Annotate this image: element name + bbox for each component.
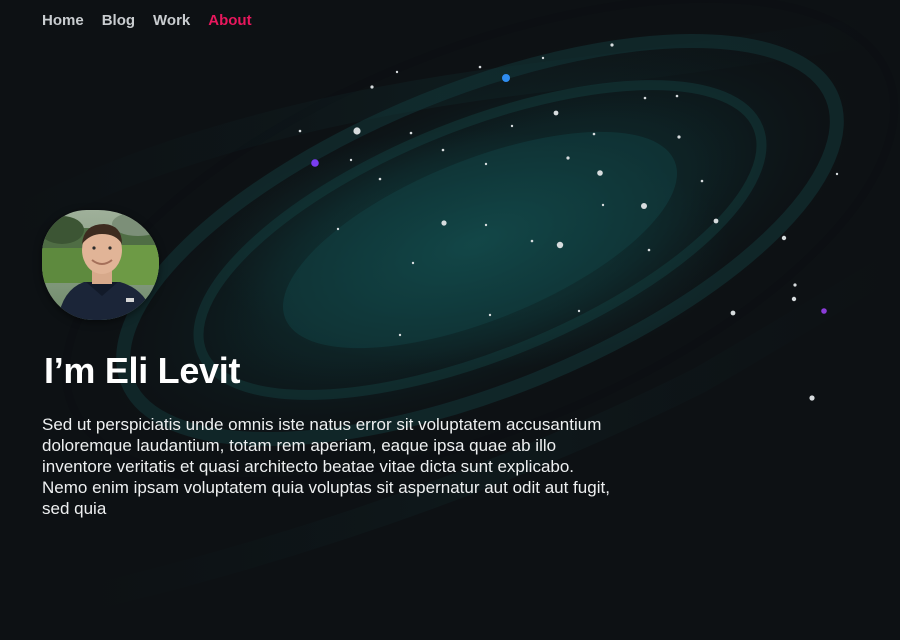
portrait-photo <box>42 210 159 320</box>
avatar <box>42 210 159 320</box>
nav-home-link[interactable]: Home <box>42 12 84 29</box>
star-purple-small <box>821 308 827 314</box>
nav-work-link[interactable]: Work <box>153 12 190 29</box>
about-page: Home Blog Work About I’m Eli Levit Sed u… <box>0 0 900 640</box>
page-title: I’m Eli Levit <box>44 350 241 391</box>
main-nav: Home Blog Work About <box>42 12 252 29</box>
star-field <box>298 43 839 401</box>
star-purple <box>311 159 319 167</box>
galaxy-background <box>0 0 900 613</box>
bio-paragraph: Sed ut perspiciatis unde omnis iste natu… <box>42 415 610 518</box>
nav-about-link[interactable]: About <box>208 12 251 29</box>
star-blue <box>502 74 510 82</box>
nav-blog-link[interactable]: Blog <box>102 12 135 29</box>
